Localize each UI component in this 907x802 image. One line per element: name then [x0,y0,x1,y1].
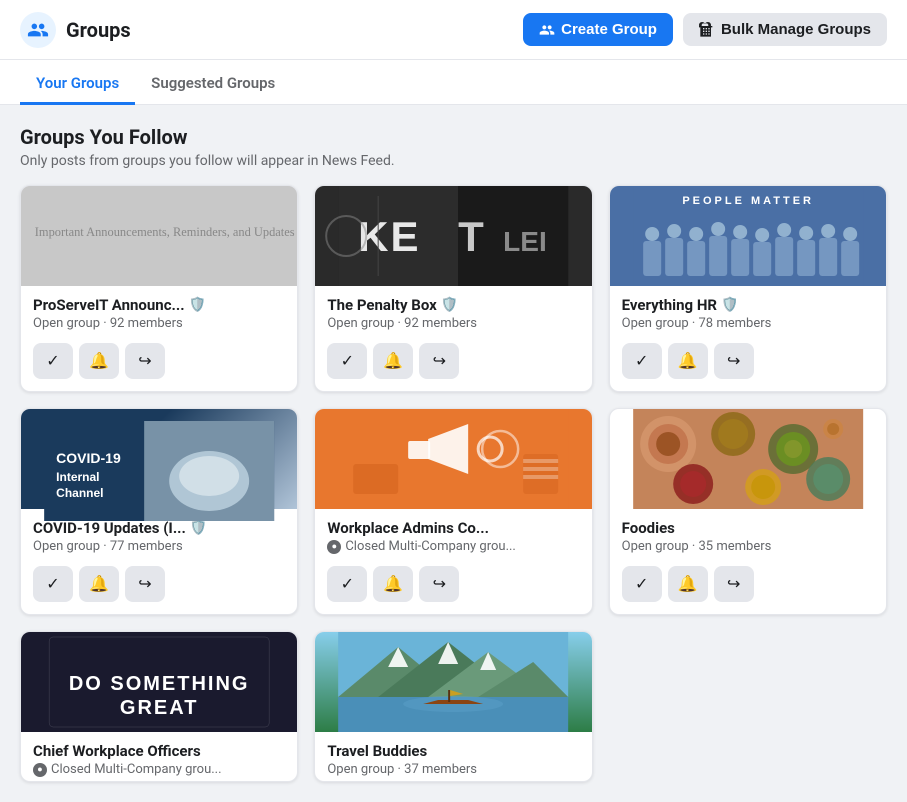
svg-text:T: T [458,213,486,260]
group-cover-chief-workplace: DO SOMETHING GREAT [21,632,297,732]
group-actions-proserve: ✓ 🔔 ↪ [21,335,297,391]
page-header: Groups Create Group Bulk Manage Groups [0,0,907,60]
group-info-everything-hr: Everything HR 🛡️ Open group · 78 members [610,286,886,335]
verified-icon: 🛡️ [190,520,207,536]
group-actions-foodies: ✓ 🔔 ↪ [610,558,886,614]
closed-group-icon: ● [327,540,341,554]
share-button[interactable]: ↪ [419,566,459,602]
svg-text:KE: KE [358,213,420,260]
svg-text:PEOPLE MATTER: PEOPLE MATTER [682,195,814,207]
svg-text:DO SOMETHING: DO SOMETHING [69,673,250,695]
notifications-button[interactable]: 🔔 [373,343,413,379]
group-actions-covid: ✓ 🔔 ↪ [21,558,297,614]
group-info-travel-buddies: Travel Buddies Open group · 37 members [315,732,591,781]
bulk-manage-label: Bulk Manage Groups [721,21,871,38]
group-name-proserve: ProServeIT Announc... 🛡️ [33,296,285,314]
group-cover-foodies [610,409,886,509]
group-card-chief-workplace: DO SOMETHING GREAT Chief Workplace Offic… [20,631,298,782]
tab-suggested-groups[interactable]: Suggested Groups [135,60,291,105]
tab-your-groups[interactable]: Your Groups [20,60,135,105]
group-name-chief-workplace: Chief Workplace Officers [33,742,285,760]
header-actions: Create Group Bulk Manage Groups [523,13,887,46]
notifications-button[interactable]: 🔔 [668,566,708,602]
notifications-button[interactable]: 🔔 [79,343,119,379]
svg-text:Channel: Channel [56,486,103,500]
following-button[interactable]: ✓ [33,343,73,379]
svg-text:Important Announcements, Remin: Important Announcements, Reminders, and … [54,257,240,266]
group-meta-chief-workplace: ● Closed Multi-Company grou... [33,762,285,777]
group-card-everything-hr: PEOPLE MATTER Everything HR 🛡️ Open grou… [609,185,887,392]
section-subtitle: Only posts from groups you follow will a… [20,153,887,169]
group-actions-workplace-admins: ✓ 🔔 ↪ [315,558,591,614]
groups-app-icon [20,12,56,48]
group-card-foodies: Foodies Open group · 35 members ✓ 🔔 ↪ [609,408,887,615]
group-info-foodies: Foodies Open group · 35 members [610,509,886,558]
notifications-button[interactable]: 🔔 [373,566,413,602]
group-name-travel-buddies: Travel Buddies [327,742,579,760]
group-info-proserve: ProServeIT Announc... 🛡️ Open group · 92… [21,286,297,335]
group-name-penalty-box: The Penalty Box 🛡️ [327,296,579,314]
group-name-foodies: Foodies [622,519,874,537]
group-name-workplace-admins: Workplace Admins Co... [327,519,579,537]
main-content: Groups You Follow Only posts from groups… [0,105,907,802]
group-card-penalty-box: KE T LEI The Penalty Box 🛡️ Open group ·… [314,185,592,392]
group-name-covid: COVID-19 Updates (I... 🛡️ [33,519,285,537]
following-button[interactable]: ✓ [327,566,367,602]
group-meta-penalty-box: Open group · 92 members [327,316,579,331]
verified-icon: 🛡️ [441,297,458,313]
verified-icon: 🛡️ [189,297,206,313]
group-actions-penalty-box: ✓ 🔔 ↪ [315,335,591,391]
share-button[interactable]: ↪ [125,343,165,379]
group-meta-workplace-admins: ● Closed Multi-Company grou... [327,539,579,554]
closed-group-icon: ● [33,763,47,777]
group-meta-covid: Open group · 77 members [33,539,285,554]
group-meta-foodies: Open group · 35 members [622,539,874,554]
create-group-button[interactable]: Create Group [523,13,673,46]
svg-text:LEI: LEI [503,226,547,257]
page-title: Groups [66,18,131,42]
svg-text:GREAT: GREAT [120,697,199,719]
svg-text:COVID-19: COVID-19 [56,450,121,466]
groups-grid: Important Announcements, Reminders, and … [20,185,887,782]
tabs-bar: Your Groups Suggested Groups [0,60,907,105]
verified-icon: 🛡️ [721,297,738,313]
create-group-label: Create Group [561,21,657,38]
group-name-everything-hr: Everything HR 🛡️ [622,296,874,314]
share-button[interactable]: ↪ [714,566,754,602]
group-card-proserve: Important Announcements, Reminders, and … [20,185,298,392]
share-button[interactable]: ↪ [419,343,459,379]
svg-text:Internal: Internal [56,470,99,484]
group-meta-travel-buddies: Open group · 37 members [327,762,579,777]
section-title: Groups You Follow [20,125,887,149]
following-button[interactable]: ✓ [33,566,73,602]
notifications-button[interactable]: 🔔 [79,566,119,602]
following-button[interactable]: ✓ [622,566,662,602]
group-card-workplace-admins: Workplace Admins Co... ● Closed Multi-Co… [314,408,592,615]
group-info-penalty-box: The Penalty Box 🛡️ Open group · 92 membe… [315,286,591,335]
group-cover-travel-buddies [315,632,591,732]
group-cover-everything-hr: PEOPLE MATTER [610,186,886,286]
group-cover-covid: COVID-19 Internal Channel [21,409,297,509]
group-actions-everything-hr: ✓ 🔔 ↪ [610,335,886,391]
group-card-covid: COVID-19 Internal Channel COVID-19 Updat… [20,408,298,615]
group-meta-proserve: Open group · 92 members [33,316,285,331]
group-info-chief-workplace: Chief Workplace Officers ● Closed Multi-… [21,732,297,781]
header-left: Groups [20,12,131,48]
group-meta-everything-hr: Open group · 78 members [622,316,874,331]
group-cover-proserve: Important Announcements, Reminders, and … [21,186,297,286]
group-cover-penalty-box: KE T LEI [315,186,591,286]
group-info-workplace-admins: Workplace Admins Co... ● Closed Multi-Co… [315,509,591,558]
share-button[interactable]: ↪ [125,566,165,602]
following-button[interactable]: ✓ [622,343,662,379]
share-button[interactable]: ↪ [714,343,754,379]
notifications-button[interactable]: 🔔 [668,343,708,379]
following-button[interactable]: ✓ [327,343,367,379]
group-cover-workplace-admins [315,409,591,509]
group-card-travel-buddies: Travel Buddies Open group · 37 members [314,631,592,782]
bulk-manage-button[interactable]: Bulk Manage Groups [683,13,887,46]
